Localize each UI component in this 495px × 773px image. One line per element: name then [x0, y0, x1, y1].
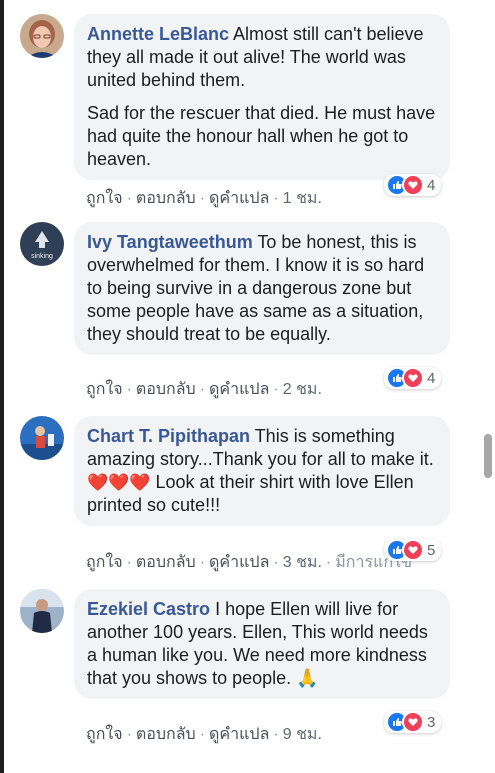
avatar[interactable]	[20, 14, 64, 58]
scrollbar-thumb[interactable]	[484, 434, 492, 478]
comment-author[interactable]: Annette LeBlanc	[87, 24, 229, 44]
comment-actions: ถูกใจ · ตอบกลับ · ดูคำแปล · 3 ชม. · มีการแก้ไข	[86, 554, 413, 571]
like-link[interactable]: ถูกใจ	[86, 381, 123, 398]
praying-hands-emoji: 🙏	[296, 668, 319, 688]
comment-bubble: Ivy Tangtaweethum To be honest, this is …	[74, 222, 450, 355]
left-edge-strip	[0, 0, 4, 773]
reaction-count: 5	[427, 541, 436, 559]
timestamp[interactable]: 2 ชม.	[283, 381, 322, 398]
comment-author[interactable]: Ezekiel Castro	[87, 599, 210, 619]
reaction-summary[interactable]: 4	[384, 174, 442, 196]
reply-link[interactable]: ตอบกลับ	[136, 190, 196, 207]
timestamp[interactable]: 9 ชม.	[283, 726, 322, 743]
avatar[interactable]	[20, 416, 64, 460]
reaction-count: 3	[427, 713, 436, 731]
translate-link[interactable]: ดูคำแปล	[209, 726, 269, 743]
comment-actions: ถูกใจ · ตอบกลับ · ดูคำแปล · 1 ชม.	[86, 190, 322, 207]
reaction-summary[interactable]: 5	[384, 539, 442, 561]
reaction-summary[interactable]: 4	[384, 367, 442, 389]
reaction-count: 4	[427, 369, 436, 387]
comment-bubble: Annette LeBlanc Almost still can't belie…	[74, 14, 450, 180]
heart-icon	[402, 174, 424, 196]
comment-actions: ถูกใจ · ตอบกลับ · ดูคำแปล · 9 ชม.	[86, 726, 322, 743]
comment-text: Sad for the rescuer that died. He must h…	[87, 103, 436, 169]
comment-bubble: Chart T. Pipithapan This is something am…	[74, 416, 450, 526]
reply-link[interactable]: ตอบกลับ	[136, 726, 196, 743]
reply-link[interactable]: ตอบกลับ	[136, 381, 196, 398]
timestamp[interactable]: 3 ชม.	[283, 554, 322, 571]
reaction-summary[interactable]: 3	[384, 711, 442, 733]
heart-icon	[402, 367, 424, 389]
avatar[interactable]: sinking	[20, 222, 64, 266]
heart-icon	[402, 539, 424, 561]
like-link[interactable]: ถูกใจ	[86, 726, 123, 743]
like-link[interactable]: ถูกใจ	[86, 554, 123, 571]
translate-link[interactable]: ดูคำแปล	[209, 381, 269, 398]
heart-icon	[402, 711, 424, 733]
reply-link[interactable]: ตอบกลับ	[136, 554, 196, 571]
comment-actions: ถูกใจ · ตอบกลับ · ดูคำแปล · 2 ชม.	[86, 381, 322, 398]
heart-emoji: ❤️❤️❤️	[87, 473, 151, 492]
avatar[interactable]	[20, 589, 64, 633]
timestamp[interactable]: 1 ชม.	[283, 190, 322, 207]
like-link[interactable]: ถูกใจ	[86, 190, 123, 207]
reaction-count: 4	[427, 176, 436, 194]
comment-bubble: Ezekiel Castro I hope Ellen will live fo…	[74, 589, 450, 699]
comment-author[interactable]: Ivy Tangtaweethum	[87, 232, 253, 252]
comment-author[interactable]: Chart T. Pipithapan	[87, 426, 250, 446]
translate-link[interactable]: ดูคำแปล	[209, 554, 269, 571]
translate-link[interactable]: ดูคำแปล	[209, 190, 269, 207]
avatar-caption: sinking	[31, 253, 53, 260]
